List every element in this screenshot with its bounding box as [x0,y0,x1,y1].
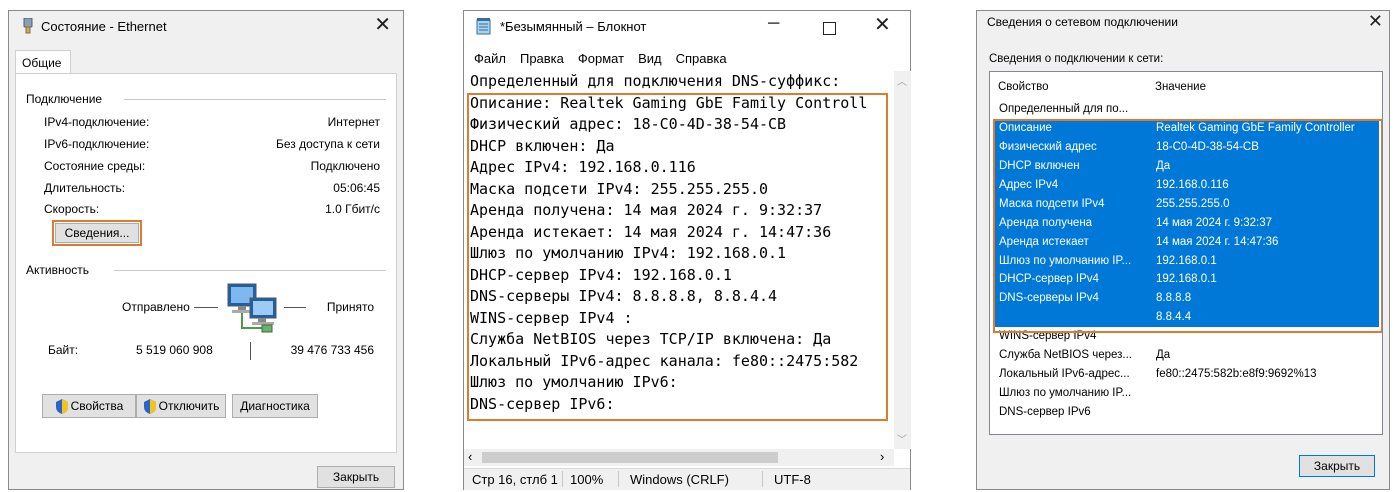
properties-button-label: Свойства [70,399,124,413]
properties-button[interactable]: Свойства [42,394,136,418]
details-button[interactable]: Сведения... [55,223,139,243]
shield-icon [143,398,156,414]
details-row-property: Служба NetBIOS через... [999,349,1132,362]
connection-divider [124,99,386,100]
row-label: IPv6-подключение: [44,137,150,151]
status-encoding: UTF-8 [774,472,811,487]
menu-bar: Файл Правка Формат Вид Справка [474,51,727,66]
menu-help[interactable]: Справка [676,51,727,66]
row-label: Длительность: [44,181,126,195]
maximize-icon[interactable] [823,22,836,35]
scroll-right-icon[interactable]: › [880,449,884,464]
window-title: *Безымянный – Блокнот [500,19,647,34]
menu-file[interactable]: Файл [474,51,506,66]
window-title: Состояние - Ethernet [41,19,167,34]
details-row[interactable]: Шлюз по умолчанию IP... [993,384,1379,403]
text-line: Определенный для подключения DNS-суффикс… [470,72,841,90]
disable-button-label: Отключить [158,399,220,413]
menu-edit[interactable]: Правка [520,51,564,66]
row-value: Подключено [310,159,380,173]
minimize-icon[interactable]: ─ [768,15,779,33]
column-header-value[interactable]: Значение [1155,81,1206,93]
row-label: Состояние среды: [44,159,146,173]
scroll-down-icon[interactable]: ﹀ [897,431,907,446]
status-zoom: 100% [570,472,604,487]
details-subtitle: Сведения о подключении к сети: [989,53,1164,65]
close-icon[interactable]: ✕ [1368,11,1383,31]
received-line [284,307,306,308]
details-row[interactable]: Локальный IPv6-адрес... fe80::2475:582b:e… [993,365,1379,384]
ethernet-status-window: Состояние - Ethernet ✕ Общие Подключение… [8,10,404,490]
bytes-divider [250,342,251,360]
scroll-up-icon[interactable]: ︿ [897,73,907,88]
selection-highlight [993,119,1382,333]
horizontal-scrollbar[interactable]: ‹ › [464,449,894,466]
notepad-window: *Безымянный – Блокнот ─ ✕ Файл Правка Фо… [463,10,911,490]
details-row-property: DNS-сервер IPv6 [999,406,1091,418]
status-divider [618,471,619,487]
ethernet-icon [23,17,33,34]
bytes-received: 39 476 733 456 [290,343,374,357]
details-row-value: Да [1156,349,1171,362]
menu-format[interactable]: Формат [578,51,624,66]
close-button[interactable]: Закрыть [317,466,395,488]
shield-icon [55,398,68,414]
window-title: Сведения о сетевом подключении [987,15,1178,29]
details-row[interactable]: Определенный для по... [993,100,1379,119]
activity-header: Активность [26,263,90,277]
network-computers-icon [222,282,284,338]
notepad-icon [476,18,492,35]
menu-view[interactable]: Вид [638,51,662,66]
status-bar: Стр 16, стлб 1 100% Windows (CRLF) UTF-8 [464,468,910,490]
row-label: Скорость: [44,202,100,216]
bytes-sent: 5 519 060 908 [136,343,213,357]
vertical-scrollbar[interactable]: ︿ ﹀ [894,71,911,449]
status-eol: Windows (CRLF) [630,472,729,487]
row-value: 05:06:45 [333,181,380,195]
sent-line [194,307,218,308]
row-value: Без доступа к сети [276,137,380,151]
disable-button[interactable]: Отключить [136,394,226,418]
close-button[interactable]: Закрыть [1299,455,1375,477]
received-label: Принято [326,300,374,314]
details-row-property: Определенный для по... [999,103,1129,115]
details-row-value: fe80::2475:582b:e8f9:9692%13 [1156,368,1317,381]
network-details-window: Сведения о сетевом подключении ✕ Сведени… [976,10,1390,490]
details-row-property: Локальный IPv6-адрес... [999,368,1130,381]
details-row-property: Шлюз по умолчанию IP... [999,387,1132,400]
status-divider [562,471,563,487]
diagnose-button[interactable]: Диагностика [232,394,318,418]
column-header-property[interactable]: Свойство [998,81,1049,93]
scroll-thumb[interactable] [482,452,778,463]
bytes-label: Байт: [48,343,79,357]
tab-panel: Подключение IPv4-подключение: Интернет I… [15,73,397,453]
tab-general[interactable]: Общие [15,50,71,74]
close-icon[interactable]: ✕ [874,15,891,35]
row-value: 1.0 Гбит/с [325,202,380,216]
activity-divider [114,270,386,271]
tab-general-label: Общие [22,56,62,70]
details-list[interactable]: Свойство Значение Определенный для по...… [989,71,1383,435]
close-icon[interactable]: ✕ [374,15,391,35]
details-row[interactable]: Служба NetBIOS через... Да [993,346,1379,365]
row-label: IPv4-подключение: [44,115,150,129]
sent-label: Отправлено [122,300,190,314]
row-value: Интернет [327,115,380,129]
text-highlight [467,93,888,421]
scroll-left-icon[interactable]: ‹ [468,449,472,464]
connection-header: Подключение [26,92,103,106]
details-row[interactable]: DNS-сервер IPv6 [993,403,1379,422]
status-position: Стр 16, стлб 1 [472,472,558,487]
status-divider [762,471,763,487]
